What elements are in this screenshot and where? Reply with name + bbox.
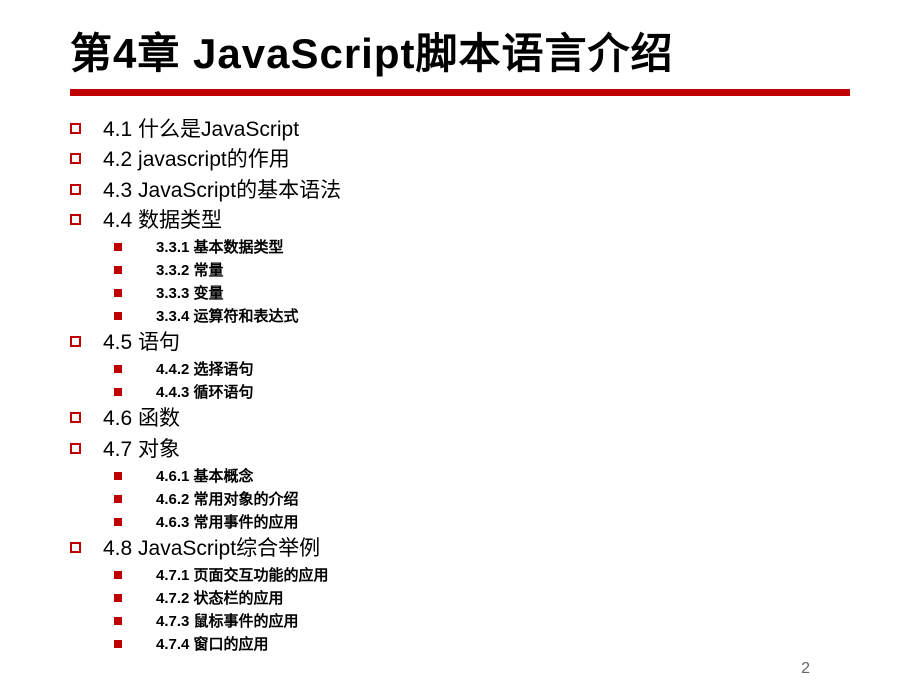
slide-container: 第4章 JavaScript脚本语言介绍 4.1 什么是JavaScript4.… <box>0 0 920 655</box>
outline-item-l2: 4.7.4 窗口的应用 <box>114 634 850 655</box>
square-bullet-icon <box>70 542 81 553</box>
outline-text-l1: 4.1 什么是JavaScript <box>103 116 299 143</box>
outline-text-l2: 4.7.3 鼠标事件的应用 <box>156 611 299 632</box>
filled-square-bullet-icon <box>114 594 122 602</box>
outline-item-l2: 3.3.4 运算符和表达式 <box>114 306 850 327</box>
outline-item-l1: 4.8 JavaScript综合举例 <box>70 535 850 562</box>
outline-item-l2: 4.6.2 常用对象的介绍 <box>114 489 850 510</box>
outline-text-l1: 4.4 数据类型 <box>103 207 222 234</box>
square-bullet-icon <box>70 153 81 164</box>
filled-square-bullet-icon <box>114 243 122 251</box>
filled-square-bullet-icon <box>114 365 122 373</box>
outline-item-l2: 4.7.2 状态栏的应用 <box>114 588 850 609</box>
outline-text-l2: 4.7.4 窗口的应用 <box>156 634 269 655</box>
outline-item-l2: 4.4.2 选择语句 <box>114 359 850 380</box>
outline-text-l1: 4.3 JavaScript的基本语法 <box>103 177 341 204</box>
outline-text-l2: 4.6.2 常用对象的介绍 <box>156 489 299 510</box>
filled-square-bullet-icon <box>114 617 122 625</box>
outline-item-l1: 4.5 语句 <box>70 329 850 356</box>
outline-item-l2: 3.3.3 变量 <box>114 283 850 304</box>
square-bullet-icon <box>70 443 81 454</box>
square-bullet-icon <box>70 123 81 134</box>
filled-square-bullet-icon <box>114 266 122 274</box>
outline-text-l2: 4.6.1 基本概念 <box>156 466 254 487</box>
square-bullet-icon <box>70 336 81 347</box>
outline-text-l1: 4.8 JavaScript综合举例 <box>103 535 320 562</box>
outline-item-l2: 4.6.3 常用事件的应用 <box>114 512 850 533</box>
outline-text-l2: 4.6.3 常用事件的应用 <box>156 512 299 533</box>
outline-item-l1: 4.2 javascript的作用 <box>70 146 850 173</box>
outline-text-l2: 4.7.2 状态栏的应用 <box>156 588 284 609</box>
outline-text-l2: 4.7.1 页面交互功能的应用 <box>156 565 329 586</box>
filled-square-bullet-icon <box>114 312 122 320</box>
filled-square-bullet-icon <box>114 388 122 396</box>
outline-text-l1: 4.2 javascript的作用 <box>103 146 290 173</box>
outline-text-l2: 4.4.3 循环语句 <box>156 382 254 403</box>
square-bullet-icon <box>70 214 81 225</box>
outline-text-l2: 3.3.1 基本数据类型 <box>156 237 284 258</box>
square-bullet-icon <box>70 412 81 423</box>
page-number: 2 <box>801 660 810 678</box>
outline-item-l2: 4.6.1 基本概念 <box>114 466 850 487</box>
outline-text-l1: 4.5 语句 <box>103 329 180 356</box>
outline-item-l1: 4.6 函数 <box>70 405 850 432</box>
filled-square-bullet-icon <box>114 518 122 526</box>
outline-item-l2: 4.7.1 页面交互功能的应用 <box>114 565 850 586</box>
outline-text-l2: 3.3.3 变量 <box>156 283 224 304</box>
filled-square-bullet-icon <box>114 571 122 579</box>
outline-item-l1: 4.3 JavaScript的基本语法 <box>70 177 850 204</box>
filled-square-bullet-icon <box>114 472 122 480</box>
title-underline <box>70 89 850 96</box>
square-bullet-icon <box>70 184 81 195</box>
outline-item-l2: 3.3.1 基本数据类型 <box>114 237 850 258</box>
outline-item-l2: 4.4.3 循环语句 <box>114 382 850 403</box>
outline-item-l2: 3.3.2 常量 <box>114 260 850 281</box>
outline-text-l2: 4.4.2 选择语句 <box>156 359 254 380</box>
outline-text-l2: 3.3.4 运算符和表达式 <box>156 306 299 327</box>
outline-item-l2: 4.7.3 鼠标事件的应用 <box>114 611 850 632</box>
filled-square-bullet-icon <box>114 640 122 648</box>
chapter-title: 第4章 JavaScript脚本语言介绍 <box>70 20 850 81</box>
outline-text-l1: 4.6 函数 <box>103 405 180 432</box>
outline-text-l2: 3.3.2 常量 <box>156 260 224 281</box>
outline-item-l1: 4.7 对象 <box>70 436 850 463</box>
filled-square-bullet-icon <box>114 289 122 297</box>
outline-item-l1: 4.4 数据类型 <box>70 207 850 234</box>
outline-text-l1: 4.7 对象 <box>103 436 180 463</box>
filled-square-bullet-icon <box>114 495 122 503</box>
outline-item-l1: 4.1 什么是JavaScript <box>70 116 850 143</box>
outline-content: 4.1 什么是JavaScript 4.2 javascript的作用 4.3 Ja… <box>70 116 850 655</box>
